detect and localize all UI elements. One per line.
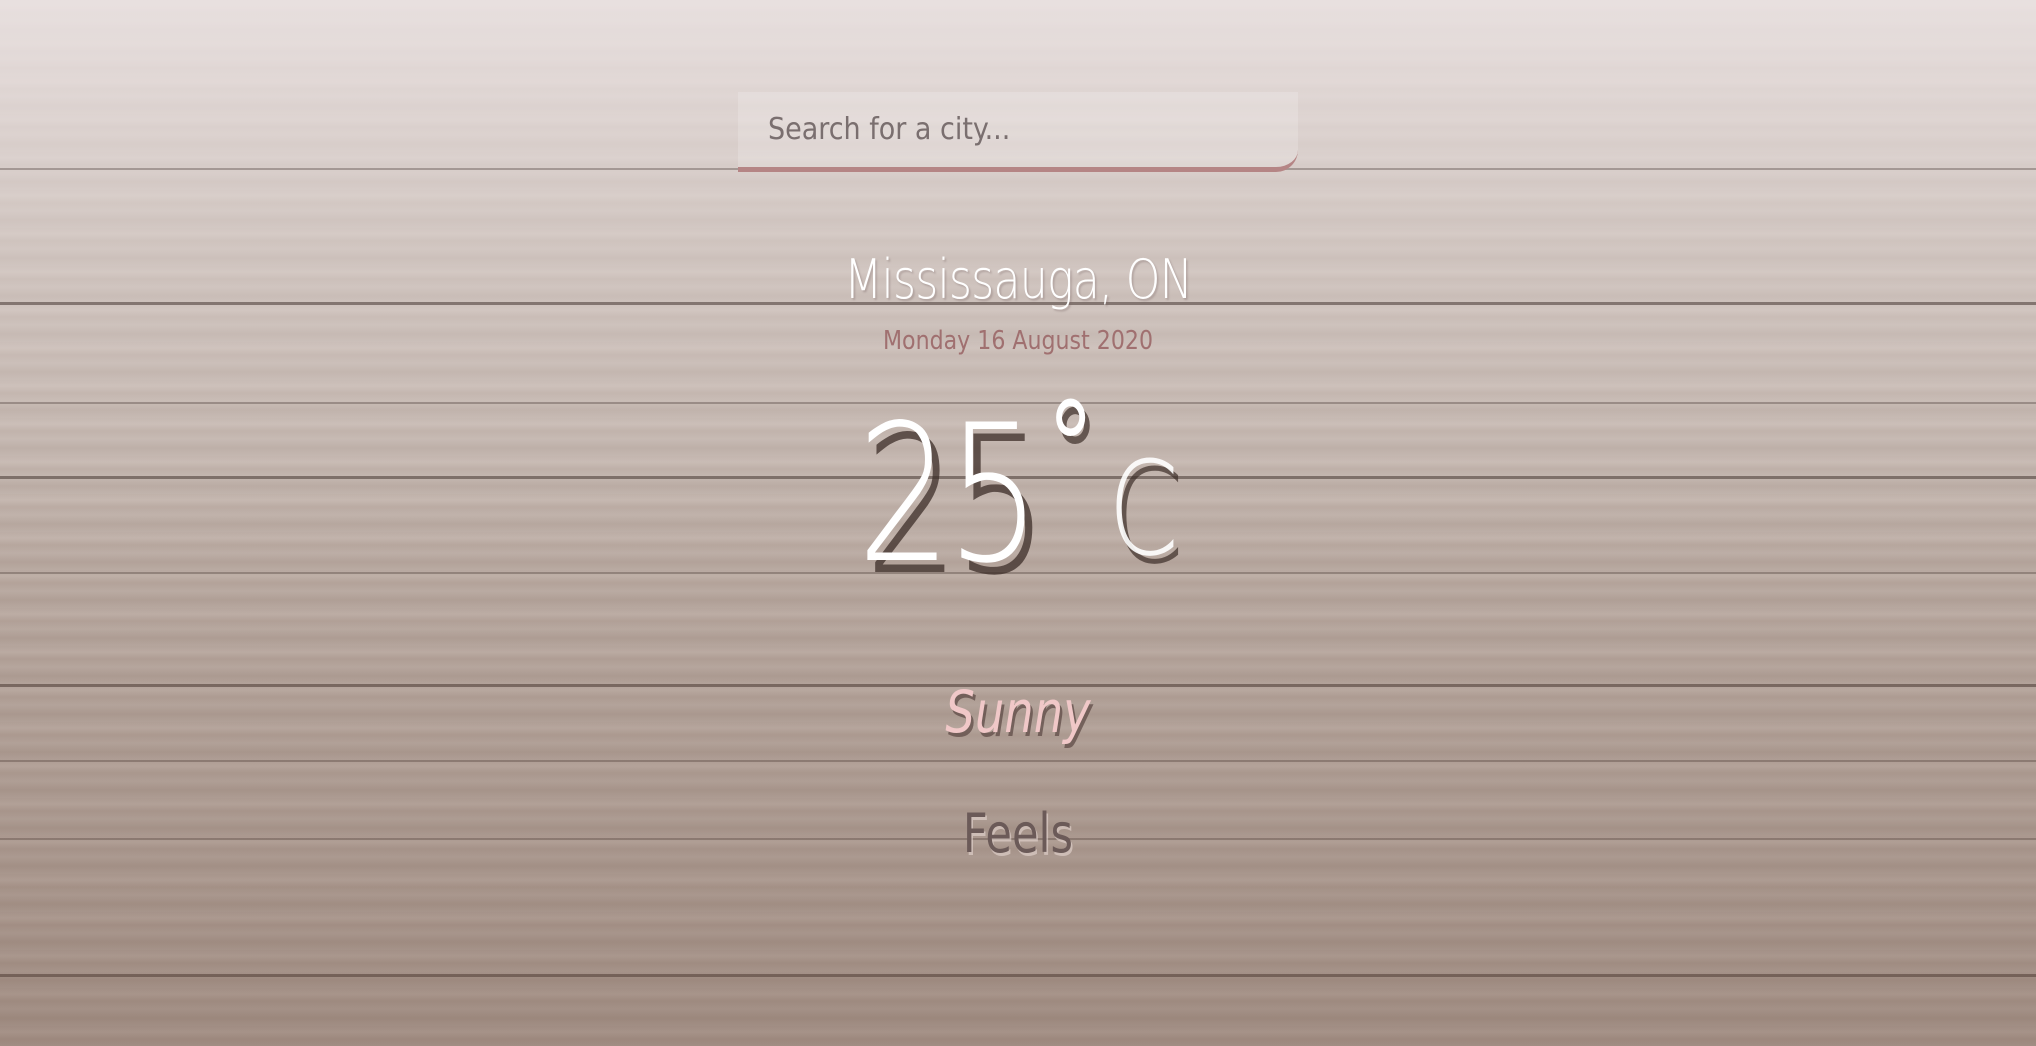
weather-condition: Sunny (945, 678, 1091, 746)
temperature-unit: C (1108, 433, 1179, 585)
wood-grain-line (0, 760, 2036, 762)
current-date: Monday 16 August 2020 (882, 326, 1154, 356)
temperature-display: 25° C (224, 378, 1812, 605)
degree-symbol: ° (1047, 378, 1095, 517)
search-input[interactable] (738, 92, 1298, 167)
feels-like-label: Feels (962, 802, 1074, 865)
temperature-value: 25 (857, 384, 1041, 605)
location-name: Mississauga, ON (844, 248, 1193, 311)
wood-grain-line (0, 974, 2036, 977)
search-box (738, 92, 1298, 172)
